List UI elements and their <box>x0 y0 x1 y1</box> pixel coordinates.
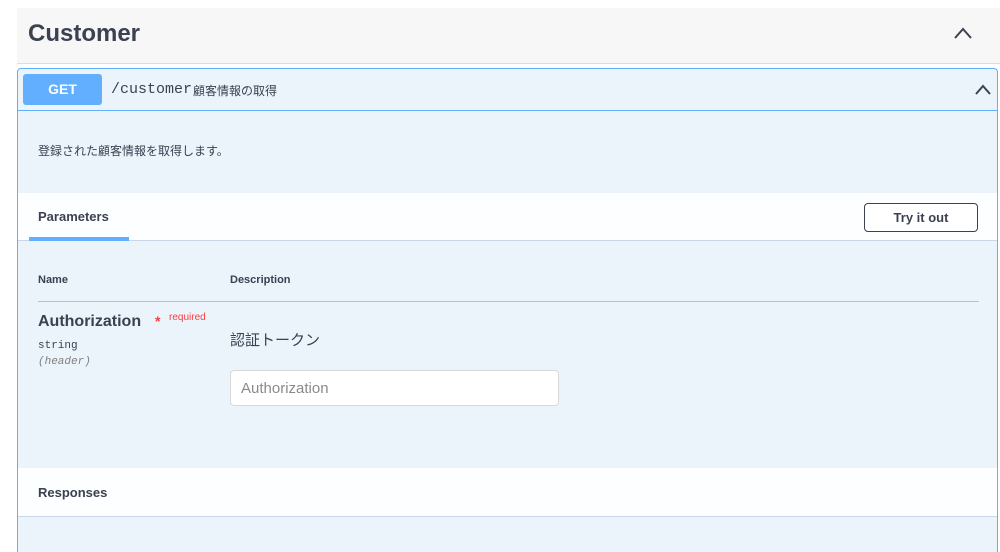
try-it-out-button[interactable]: Try it out <box>864 203 978 232</box>
table-divider <box>38 301 979 302</box>
operation-summary-text: 顧客情報の取得 <box>193 84 278 98</box>
tab-parameters[interactable]: Parameters <box>38 209 109 224</box>
chevron-up-icon[interactable] <box>974 84 992 96</box>
operation-description: 登録された顧客情報を取得します。 <box>38 144 229 158</box>
operation-block-get-customer: GET /customer 顧客情報の取得 登録された顧客情報を取得します。 P… <box>17 68 998 552</box>
column-header-description: Description <box>230 274 291 286</box>
parameters-header: Parameters Try it out <box>18 193 997 241</box>
column-header-name: Name <box>38 274 68 286</box>
param-location: (header) <box>38 356 91 368</box>
tag-header-customer[interactable]: Customer <box>17 8 1000 64</box>
method-badge: GET <box>23 74 102 105</box>
param-description: 認証トークン <box>230 331 321 349</box>
authorization-input[interactable] <box>230 370 559 406</box>
operation-path: /customer <box>111 81 193 98</box>
required-star: * <box>155 313 161 329</box>
chevron-up-icon[interactable] <box>953 26 973 40</box>
tag-title: Customer <box>28 20 141 47</box>
param-name: Authorization <box>38 313 142 330</box>
responses-header: Responses <box>18 468 997 517</box>
param-type: string <box>38 340 78 352</box>
required-label: required <box>169 312 206 323</box>
tab-active-indicator <box>29 237 129 241</box>
responses-title: Responses <box>38 485 108 500</box>
operation-summary[interactable]: GET /customer 顧客情報の取得 <box>18 69 997 111</box>
